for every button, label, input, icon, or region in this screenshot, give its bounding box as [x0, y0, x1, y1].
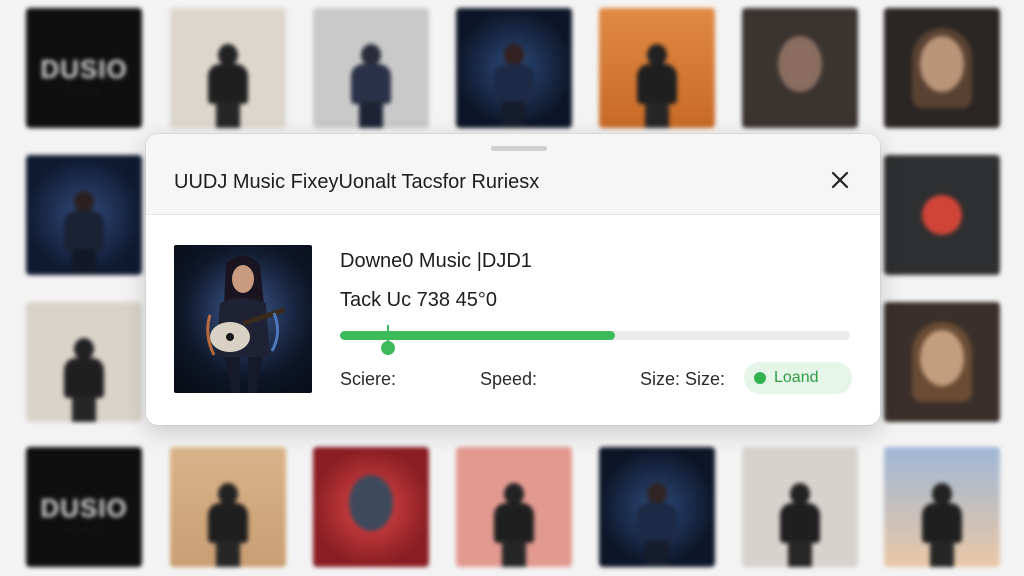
album-tile[interactable]: [26, 155, 142, 275]
album-tile[interactable]: [599, 447, 715, 567]
artist-figure: [637, 483, 677, 567]
close-icon: [831, 171, 849, 189]
album-tile[interactable]: [26, 302, 142, 422]
artist-figure: [64, 191, 104, 275]
portrait-face: [349, 475, 393, 531]
size-label: Size: Size:: [640, 369, 726, 389]
album-tile[interactable]: [884, 447, 1000, 567]
track-name: Downe0 Music |DJD1: [340, 250, 532, 272]
status-text: Loand: [774, 369, 819, 386]
album-tile[interactable]: [884, 155, 1000, 275]
artist-figure: [494, 44, 534, 128]
portrait-face: [920, 330, 964, 386]
progress-bar[interactable]: [340, 331, 850, 340]
artist-figure: [494, 483, 534, 567]
close-button[interactable]: [828, 168, 852, 192]
album-tile[interactable]: [742, 447, 858, 567]
scrubber-handle[interactable]: [381, 341, 395, 355]
portrait-face: [920, 36, 964, 92]
album-logo-sub: · · · ·: [68, 525, 100, 534]
speed-label: Speed:: [480, 369, 538, 389]
download-dialog: UUDJ Music FixeyUonalt Tacsfor Ruriesx D…: [146, 134, 880, 425]
album-tile[interactable]: [742, 8, 858, 128]
status-badge: Loand: [744, 362, 852, 394]
dialog-header: UUDJ Music FixeyUonalt Tacsfor Ruriesx: [146, 134, 880, 215]
artist-figure: [208, 44, 248, 128]
dialog-title: UUDJ Music FixeyUonalt Tacsfor Ruriesx: [174, 171, 540, 193]
album-art: [174, 245, 312, 393]
status-dot-icon: [754, 372, 766, 384]
album-tile[interactable]: DUSIO · · · ·: [26, 447, 142, 567]
album-tile[interactable]: [456, 8, 572, 128]
album-tile[interactable]: [456, 447, 572, 567]
track-number: Tack Uc 738 45°0: [340, 289, 497, 311]
album-tile[interactable]: DUSIO · · · ·: [26, 8, 142, 128]
album-tile[interactable]: [884, 302, 1000, 422]
album-tile[interactable]: [170, 447, 286, 567]
album-tile[interactable]: [599, 8, 715, 128]
artist-figure: [351, 44, 391, 128]
album-logo: DUSIO: [40, 54, 128, 84]
drag-handle[interactable]: [491, 146, 547, 151]
album-tile[interactable]: [313, 447, 429, 567]
album-tile[interactable]: [313, 8, 429, 128]
score-label: Sciere:: [340, 369, 397, 389]
portrait-face: [922, 195, 962, 235]
artist-figure: [780, 483, 820, 567]
album-tile[interactable]: [884, 8, 1000, 128]
artist-figure: [637, 44, 677, 128]
artist-figure: [922, 483, 962, 567]
artist-figure: [208, 483, 248, 567]
guitarist-artwork: [174, 245, 312, 393]
album-logo-sub: · · · ·: [68, 86, 100, 95]
progress-fill: [340, 331, 616, 340]
artist-figure: [64, 338, 104, 422]
album-logo: DUSIO: [40, 493, 128, 523]
album-tile[interactable]: [170, 8, 286, 128]
portrait-face: [778, 36, 822, 92]
